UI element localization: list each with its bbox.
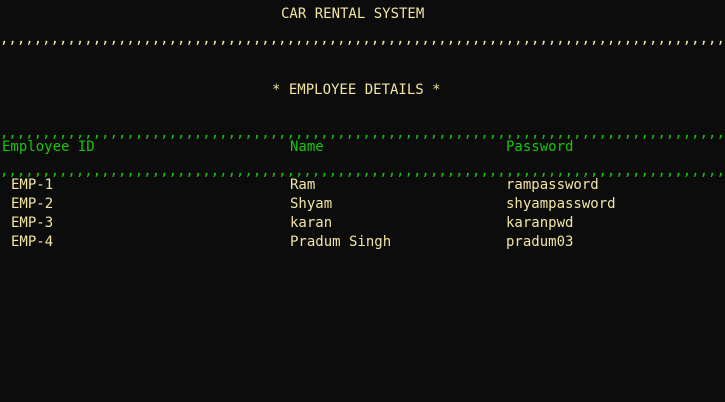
employee-id-cell: EMP-3 bbox=[11, 215, 54, 231]
employee-id-cell: EMP-2 bbox=[11, 196, 54, 212]
employee-password-cell: shyampassword bbox=[506, 196, 616, 212]
employee-password-cell: pradum03 bbox=[506, 234, 574, 250]
separator-header-top: ,,,,,,,,,,,,,,,,,,,,,,,,,,,,,,,,,,,,,,,,… bbox=[0, 125, 725, 141]
column-header-password: Password bbox=[506, 139, 574, 155]
employee-name-cell: Shyam bbox=[290, 196, 333, 212]
column-header-employee-id: Employee ID bbox=[2, 139, 95, 155]
employee-id-cell: EMP-4 bbox=[11, 234, 54, 250]
employee-password-cell: rampassword bbox=[506, 177, 599, 193]
app-title: CAR RENTAL SYSTEM bbox=[281, 6, 425, 22]
employee-id-cell: EMP-1 bbox=[11, 177, 54, 193]
separator-header-bottom: ,,,,,,,,,,,,,,,,,,,,,,,,,,,,,,,,,,,,,,,,… bbox=[0, 163, 725, 179]
employee-name-cell: Pradum Singh bbox=[290, 234, 392, 250]
employee-name-cell: karan bbox=[290, 215, 333, 231]
employee-name-cell: Ram bbox=[290, 177, 316, 193]
separator-top: ,,,,,,,,,,,,,,,,,,,,,,,,,,,,,,,,,,,,,,,,… bbox=[0, 31, 725, 47]
column-header-name: Name bbox=[290, 139, 324, 155]
employee-password-cell: karanpwd bbox=[506, 215, 574, 231]
section-title: * EMPLOYEE DETAILS * bbox=[272, 82, 441, 98]
